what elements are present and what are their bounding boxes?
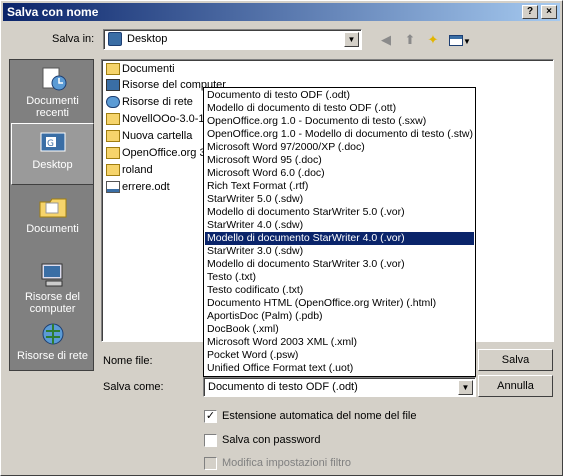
place-label: Risorse del computer (24, 291, 81, 315)
place-desktop[interactable]: G Desktop (11, 123, 94, 185)
dropdown-option[interactable]: Testo (.txt) (205, 271, 474, 284)
dropdown-option[interactable]: Microsoft Word 2003 XML (.xml) (205, 336, 474, 349)
save-in-combo[interactable]: Desktop ▼ (103, 29, 362, 50)
network-icon (106, 96, 120, 109)
dropdown-option[interactable]: DocBook (.xml) (205, 323, 474, 336)
folder-icon (106, 164, 120, 177)
folder-icon (106, 130, 120, 143)
auto-extension-label: Estensione automatica del nome del file (222, 410, 417, 422)
chevron-down-icon[interactable]: ▼ (344, 32, 359, 47)
network-icon (42, 323, 63, 345)
view-menu-icon[interactable]: ▼ (448, 31, 472, 49)
place-documents[interactable]: Documenti (11, 188, 94, 250)
save-button[interactable]: Salva (478, 349, 553, 371)
dropdown-option[interactable]: Documento HTML (OpenOffice.org Writer) (… (205, 297, 474, 310)
dropdown-option[interactable]: Modello di documento StarWriter 4.0 (.vo… (205, 232, 474, 245)
dropdown-option[interactable]: AportisDoc (Palm) (.pdb) (205, 310, 474, 323)
dropdown-option[interactable]: Microsoft Word 97/2000/XP (.doc) (205, 141, 474, 154)
place-label: Documenti recenti (26, 95, 79, 119)
close-button[interactable]: × (541, 5, 557, 19)
password-label: Salva con password (222, 434, 321, 446)
auto-extension-checkbox[interactable]: ✓ (204, 410, 217, 423)
dropdown-option[interactable]: Unified Office Format text (.uot) (205, 362, 474, 375)
computer-icon (41, 263, 62, 287)
folder-icon (106, 113, 120, 126)
folder-icon (106, 147, 120, 160)
document-icon (106, 181, 120, 194)
title-bar[interactable]: Salva con nome ? × (3, 3, 560, 21)
list-item[interactable]: roland (106, 162, 153, 178)
up-folder-icon[interactable]: ⬆ (401, 31, 419, 49)
svg-text:G: G (47, 139, 54, 149)
places-bar: Documenti recenti G Desktop Documenti Ri… (9, 59, 94, 371)
saveas-value: Documento di testo ODF (.odt) (208, 381, 358, 393)
dropdown-option[interactable]: Microsoft Word 95 (.doc) (205, 154, 474, 167)
dropdown-option[interactable]: Testo codificato (.txt) (205, 284, 474, 297)
place-network[interactable]: Risorse di rete (11, 315, 94, 377)
list-item[interactable]: Documenti (106, 61, 175, 77)
documents-folder-icon (39, 198, 66, 218)
dropdown-option[interactable]: Modello di documento StarWriter 5.0 (.vo… (205, 206, 474, 219)
dropdown-option[interactable]: StarWriter 4.0 (.sdw) (205, 219, 474, 232)
folder-icon (106, 63, 120, 76)
dropdown-option[interactable]: OpenOffice.org 1.0 - Modello di document… (205, 128, 474, 141)
window-title: Salva con nome (7, 5, 99, 19)
cancel-button[interactable]: Annulla (478, 375, 553, 397)
dropdown-option[interactable]: Pocket Word (.psw) (205, 349, 474, 362)
place-label: Documenti (26, 223, 79, 235)
save-as-dialog: Salva con nome ? × Salva in: Desktop ▼ ◀… (0, 0, 563, 476)
dropdown-option[interactable]: OpenOffice.org 1.0 - Documento di testo … (205, 115, 474, 128)
save-in-label: Salva in: (52, 33, 95, 45)
help-button[interactable]: ? (522, 5, 538, 19)
computer-icon (106, 79, 120, 92)
dropdown-option[interactable]: StarWriter 5.0 (.sdw) (205, 193, 474, 206)
filename-label: Nome file: (103, 355, 153, 367)
place-computer[interactable]: Risorse del computer (11, 256, 94, 318)
list-item[interactable]: errere.odt (106, 179, 170, 195)
dropdown-option[interactable]: Rich Text Format (.rtf) (205, 180, 474, 193)
place-label: Desktop (32, 159, 73, 171)
list-item[interactable]: NovellOOo-3.0-1t (106, 111, 208, 127)
desktop-icon: G (40, 132, 65, 152)
saveas-combo[interactable]: Documento di testo ODF (.odt) ▼ (203, 377, 476, 397)
file-type-dropdown-list[interactable]: Documento di testo ODF (.odt) Modello di … (203, 87, 476, 377)
place-label: Risorse di rete (17, 350, 88, 362)
back-icon[interactable]: ◀ (377, 31, 395, 49)
dropdown-option[interactable]: Microsoft Word 6.0 (.doc) (205, 167, 474, 180)
chevron-down-icon[interactable]: ▼ (458, 380, 473, 395)
recent-documents-icon (42, 67, 66, 91)
saveas-label: Salva come: (103, 381, 164, 393)
dropdown-option[interactable]: Modello di documento di testo ODF (.ott) (205, 102, 474, 115)
new-folder-icon[interactable]: ✦ (424, 31, 442, 49)
filter-label: Modifica impostazioni filtro (222, 457, 351, 469)
save-in-value: Desktop (127, 33, 168, 45)
filter-checkbox (204, 457, 217, 470)
list-item[interactable]: Risorse di rete (106, 94, 193, 110)
password-checkbox[interactable] (204, 434, 217, 447)
list-item[interactable]: Nuova cartella (106, 128, 192, 144)
dropdown-option[interactable]: Documento di testo ODF (.odt) (205, 89, 474, 102)
list-item[interactable]: OpenOffice.org 3 (106, 145, 206, 161)
desktop-icon (108, 32, 122, 46)
place-recent[interactable]: Documenti recenti (11, 60, 94, 122)
dropdown-option[interactable]: StarWriter 3.0 (.sdw) (205, 245, 474, 258)
dropdown-option[interactable]: Modello di documento StarWriter 3.0 (.vo… (205, 258, 474, 271)
